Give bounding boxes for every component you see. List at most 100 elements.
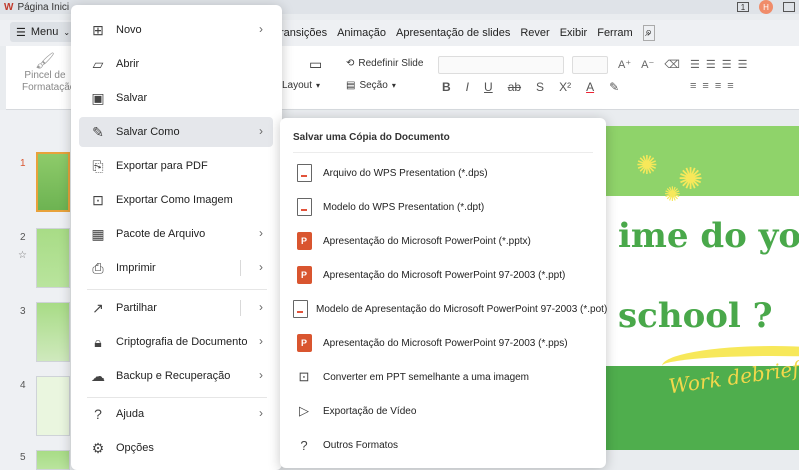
menu-item-label: Opções — [116, 442, 154, 454]
tab-transicoes[interactable]: ransições — [280, 27, 327, 39]
search-icon[interactable]: ⌕ — [645, 24, 652, 40]
menu-item-label: Abrir — [116, 58, 140, 70]
save-as-pps[interactable]: P Apresentação do Microsoft PowerPoint 9… — [290, 328, 598, 358]
layout-button[interactable]: Layout ▾ — [282, 80, 320, 91]
menu-item-label: Pacote de Arquivo — [116, 228, 206, 240]
font-size-select[interactable] — [572, 56, 608, 74]
tab-ferramentas[interactable]: Ferram — [597, 27, 632, 39]
menu-item-label: Salvar Como — [116, 126, 180, 138]
format-painter-button[interactable]: 🖌 Pincel de Formatação — [22, 53, 75, 94]
menu-item-backup[interactable]: ☁ Backup e Recuperação › — [79, 361, 273, 391]
save-as-icon: ✎ — [92, 123, 104, 140]
menu-item-label: Salvar — [116, 92, 148, 104]
chevron-right-icon: › — [259, 300, 263, 314]
avatar[interactable]: H — [759, 0, 773, 14]
chevron-right-icon: › — [259, 22, 263, 36]
strikethrough-icon[interactable]: ab — [508, 80, 521, 94]
divider — [240, 300, 241, 316]
submenu-title: Salvar uma Cópia do Documento — [293, 132, 450, 143]
shrink-font-icon[interactable]: A⁻ — [641, 58, 654, 71]
submenu-item-label: Apresentação do Microsoft PowerPoint 97-… — [323, 269, 566, 281]
menu-item-salvar[interactable]: ▣ Salvar — [79, 83, 273, 113]
backup-icon: ☁ — [91, 367, 105, 384]
encrypt-icon: 🔒︎ — [94, 333, 102, 350]
chevron-right-icon: › — [259, 406, 263, 420]
slide-thumbnail-4[interactable] — [36, 376, 70, 436]
slide-thumbnail-3[interactable] — [36, 302, 70, 362]
menu-item-criptografia[interactable]: 🔒︎ Criptografia de Documento › — [79, 327, 273, 357]
reset-slide-button[interactable]: ⟲ Redefinir Slide — [346, 58, 423, 69]
slide-thumbnail-5[interactable] — [36, 450, 70, 470]
other-formats[interactable]: ? Outros Formatos — [290, 430, 598, 460]
slide-title-line1: ime do you — [618, 216, 799, 256]
bold-icon[interactable]: B — [442, 80, 451, 94]
superscript-icon[interactable]: X² — [559, 80, 571, 94]
layout-label: Layout — [282, 80, 313, 91]
clear-format-icon[interactable]: ⌫ — [664, 58, 680, 71]
grow-font-icon[interactable]: A⁺ — [618, 58, 631, 71]
italic-icon[interactable]: I — [466, 80, 469, 94]
menu-item-salvar-como[interactable]: ✎ Salvar Como › — [79, 117, 273, 147]
chevron-right-icon: › — [259, 226, 263, 240]
highlight-icon[interactable]: ✎ — [609, 80, 619, 94]
menu-item-partilhar[interactable]: ↗ Partilhar › — [79, 293, 273, 323]
image-export-icon: ⊡ — [92, 191, 104, 208]
slide-thumbnail-2[interactable] — [36, 228, 70, 288]
menu-button-label: Menu — [30, 26, 59, 38]
font-color-icon[interactable]: A — [586, 80, 594, 94]
save-as-ppt[interactable]: P Apresentação do Microsoft PowerPoint 9… — [290, 260, 598, 290]
underline-icon[interactable]: U — [484, 80, 493, 94]
folder-icon: ▱ — [92, 55, 104, 72]
ppt-icon: P — [296, 266, 312, 284]
menu-item-abrir[interactable]: ▱ Abrir — [79, 49, 273, 79]
menu-divider — [87, 397, 267, 398]
menu-item-label: Exportar Como Imagem — [116, 194, 233, 206]
menu-item-label: Backup e Recuperação — [116, 370, 231, 382]
font-family-select[interactable] — [438, 56, 564, 74]
home-tab[interactable]: W Página Inici — [4, 0, 69, 14]
save-as-dps[interactable]: Arquivo do WPS Presentation (*.dps) — [290, 158, 598, 188]
list-format-icons[interactable]: ☰☰☰☰ — [690, 58, 753, 71]
menu-item-opcoes[interactable]: ⚙ Opções — [79, 433, 273, 463]
chevron-down-icon: ▾ — [391, 81, 396, 90]
submenu-item-label: Modelo do WPS Presentation (*.dpt) — [323, 201, 485, 213]
chevron-right-icon: › — [259, 334, 263, 348]
file-menu: ⊞ Novo › ▱ Abrir ▣ Salvar ✎ Salvar Como … — [71, 5, 282, 470]
save-as-pptx[interactable]: P Apresentação do Microsoft PowerPoint (… — [290, 226, 598, 256]
slide-canvas[interactable]: ✺ ✺ ✺ ime do you school ? Work debriefin — [602, 126, 799, 450]
reset-icon: ⟲ — [346, 58, 355, 69]
tab-exibir[interactable]: Exibir — [560, 27, 588, 39]
chevron-right-icon: › — [259, 124, 263, 138]
menu-item-novo[interactable]: ⊞ Novo › — [79, 15, 273, 45]
submenu-item-label: Apresentação do Microsoft PowerPoint (*.… — [323, 235, 531, 247]
pdf-export-icon: ⎘ — [92, 157, 104, 174]
save-as-pot[interactable]: Modelo de Apresentação do Microsoft Powe… — [290, 294, 607, 324]
convert-image-icon: ⊡ — [298, 369, 310, 384]
chevron-right-icon: › — [259, 368, 263, 382]
section-button[interactable]: ▤ Seção ▾ — [346, 80, 396, 91]
new-slide-button[interactable]: ▭ — [309, 56, 322, 73]
convert-to-image-ppt[interactable]: ⊡ Converter em PPT semelhante a uma imag… — [290, 362, 598, 392]
window-layout-icon[interactable]: 1 — [737, 2, 749, 12]
save-as-dpt[interactable]: Modelo do WPS Presentation (*.dpt) — [290, 192, 598, 222]
restore-window-icon[interactable] — [783, 2, 795, 12]
wps-doc-icon — [293, 300, 308, 318]
menu-item-pacote[interactable]: ▦ Pacote de Arquivo › — [79, 219, 273, 249]
brush-icon: 🖌 — [34, 53, 56, 70]
align-icons[interactable]: ≡≡≡≡ — [690, 80, 740, 92]
star-icon[interactable]: ☆ — [18, 250, 27, 261]
menu-item-label: Exportar para PDF — [116, 160, 208, 172]
shadow-icon[interactable]: S — [536, 80, 544, 94]
tab-rever[interactable]: Rever — [520, 27, 549, 39]
menu-item-exportar-imagem[interactable]: ⊡ Exportar Como Imagem — [79, 185, 273, 215]
export-video[interactable]: ▷ Exportação de Vídeo — [290, 396, 598, 426]
slide-thumbnail-1[interactable] — [36, 152, 70, 212]
menu-item-imprimir[interactable]: ⎙ Imprimir › — [79, 253, 273, 283]
menu-item-exportar-pdf[interactable]: ⎘ Exportar para PDF — [79, 151, 273, 181]
flower-decoration-icon: ✺ — [678, 163, 704, 196]
submenu-item-label: Outros Formatos — [323, 439, 399, 451]
tab-animacao[interactable]: Animação — [337, 27, 386, 39]
tab-apresentacao[interactable]: Apresentação de slides — [396, 27, 510, 39]
menu-item-ajuda[interactable]: ? Ajuda › — [79, 399, 273, 429]
menu-button[interactable]: ☰ Menu ⌄ — [10, 22, 77, 42]
